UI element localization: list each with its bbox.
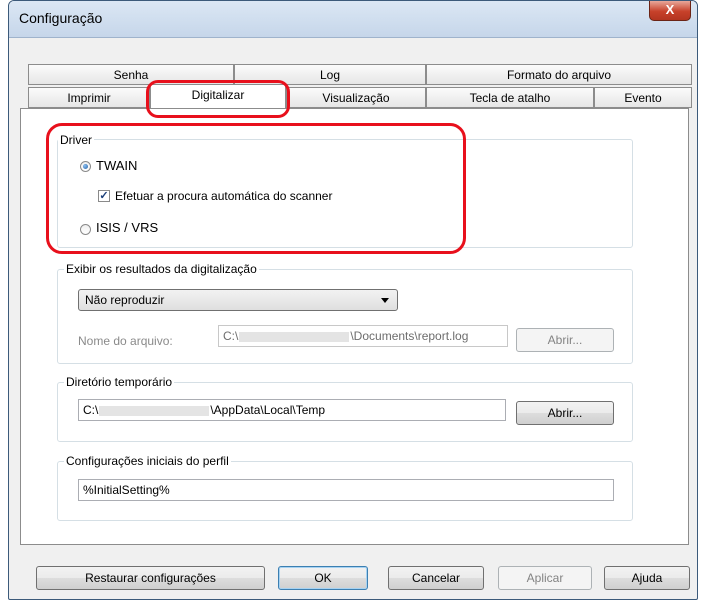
profile-group: Configurações iniciais do perfil %Initia… (57, 454, 633, 521)
temp-dir-open-button[interactable]: Abrir... (516, 401, 614, 425)
isis-radio[interactable] (80, 224, 91, 235)
results-group: Exibir os resultados da digitalização Nã… (57, 262, 633, 364)
tab-digitalizar[interactable]: Digitalizar (150, 84, 286, 108)
auto-search-label: Efetuar a procura automática do scanner (115, 189, 333, 203)
tab-label: Imprimir (67, 91, 111, 105)
restore-settings-button[interactable]: Restaurar configurações (36, 566, 265, 590)
profile-value: %InitialSetting% (83, 483, 170, 497)
tab-label: Tecla de atalho (469, 91, 551, 105)
title-bar: Configuração X (9, 1, 697, 38)
chevron-down-icon (381, 298, 389, 303)
temp-path-suffix: \AppData\Local\Temp (210, 403, 326, 417)
dialog-title: Configuração (19, 10, 103, 26)
redacted-path (99, 405, 210, 416)
driver-legend: Driver (58, 133, 94, 147)
isis-label: ISIS / VRS (96, 220, 159, 235)
temp-dir-field[interactable]: C:\ \AppData\Local\Temp (78, 399, 506, 421)
apply-label: Aplicar (526, 571, 564, 585)
help-label: Ajuda (631, 571, 663, 585)
tab-label: Formato do arquivo (506, 68, 612, 82)
results-open-button[interactable]: Abrir... (516, 328, 614, 352)
scan-settings-panel: Driver TWAIN ✓ Efetuar a procura automát… (20, 108, 689, 545)
file-path-suffix: \Documents\report.log (350, 329, 469, 343)
twain-label: TWAIN (96, 158, 138, 173)
tab-label: Evento (624, 91, 662, 105)
ok-label: OK (314, 571, 332, 585)
ok-button[interactable]: OK (278, 566, 368, 590)
temp-path-prefix: C:\ (83, 403, 99, 417)
temp-dir-group: Diretório temporário C:\ \AppData\Local\T… (57, 375, 633, 442)
tab-imprimir[interactable]: Imprimir (28, 87, 150, 108)
results-open-label: Abrir... (547, 333, 583, 347)
cancel-label: Cancelar (411, 571, 461, 585)
profile-legend: Configurações iniciais do perfil (64, 454, 231, 468)
auto-search-checkbox[interactable]: ✓ (98, 190, 110, 202)
temp-dir-legend: Diretório temporário (64, 375, 175, 389)
tab-visualizacao[interactable]: Visualização (286, 87, 426, 108)
tab-label: Digitalizar (191, 88, 245, 102)
apply-button[interactable]: Aplicar (498, 566, 592, 590)
tab-senha[interactable]: Senha (28, 64, 234, 85)
tab-label: Log (319, 68, 341, 82)
tab-label: Visualização (322, 91, 390, 105)
close-button[interactable]: X (649, 1, 691, 21)
results-legend: Exibir os resultados da digitalização (64, 262, 259, 276)
tab-evento[interactable]: Evento (594, 87, 692, 108)
tab-log[interactable]: Log (234, 64, 426, 85)
driver-group: Driver TWAIN ✓ Efetuar a procura automát… (57, 133, 633, 248)
temp-dir-open-label: Abrir... (547, 406, 583, 420)
profile-field[interactable]: %InitialSetting% (78, 479, 614, 501)
results-select-value: Não reproduzir (85, 293, 165, 307)
file-name-label: Nome do arquivo: (78, 334, 173, 348)
tab-tecla-de-atalho[interactable]: Tecla de atalho (426, 87, 594, 108)
restore-label: Restaurar configurações (85, 571, 216, 585)
tab-formato-do-arquivo[interactable]: Formato do arquivo (426, 64, 692, 85)
close-icon: X (665, 2, 675, 17)
tab-label: Senha (113, 68, 149, 82)
file-name-field[interactable]: C:\ \Documents\report.log (218, 325, 508, 347)
redacted-path (239, 331, 350, 342)
cancel-button[interactable]: Cancelar (388, 566, 484, 590)
twain-radio[interactable] (80, 161, 91, 172)
file-path-prefix: C:\ (223, 329, 239, 343)
help-button[interactable]: Ajuda (604, 566, 690, 590)
results-select[interactable]: Não reproduzir (78, 289, 398, 311)
